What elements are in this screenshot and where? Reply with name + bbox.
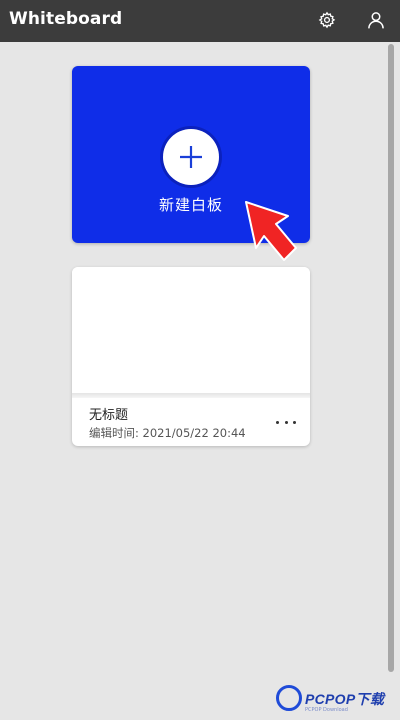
title-bar: Whiteboard: [0, 0, 400, 42]
settings-button[interactable]: [316, 9, 338, 31]
scrollbar-thumb[interactable]: [388, 44, 394, 672]
dot: [276, 420, 279, 424]
board-thumbnail[interactable]: [72, 267, 310, 393]
app-title: Whiteboard: [9, 9, 123, 29]
whiteboard-app: Whiteboard 新建白板 无标题 编辑时间: 2021/05/22 20:…: [0, 0, 400, 720]
watermark-brand: PCPOP下载: [305, 691, 385, 707]
arrow-pointer-icon: [245, 201, 297, 261]
watermark-logo: PCPOP下载 PCPOP Download: [276, 682, 400, 720]
watermark-logo-icon: [276, 685, 302, 711]
watermark-subtitle: PCPOP Download: [305, 707, 348, 713]
board-card[interactable]: 无标题 编辑时间: 2021/05/22 20:44: [72, 267, 310, 446]
plus-icon: [180, 146, 202, 168]
new-board-button[interactable]: [163, 129, 219, 185]
dot: [293, 420, 296, 424]
dot: [284, 420, 288, 424]
board-edited-time: 编辑时间: 2021/05/22 20:44: [89, 426, 246, 440]
gear-icon: [318, 11, 336, 29]
more-horizontal-icon[interactable]: [276, 417, 296, 427]
account-button[interactable]: [365, 9, 387, 31]
scrollbar[interactable]: [386, 44, 396, 674]
user-icon: [368, 12, 384, 29]
card-divider: [72, 393, 310, 398]
board-title: 无标题: [89, 408, 129, 423]
